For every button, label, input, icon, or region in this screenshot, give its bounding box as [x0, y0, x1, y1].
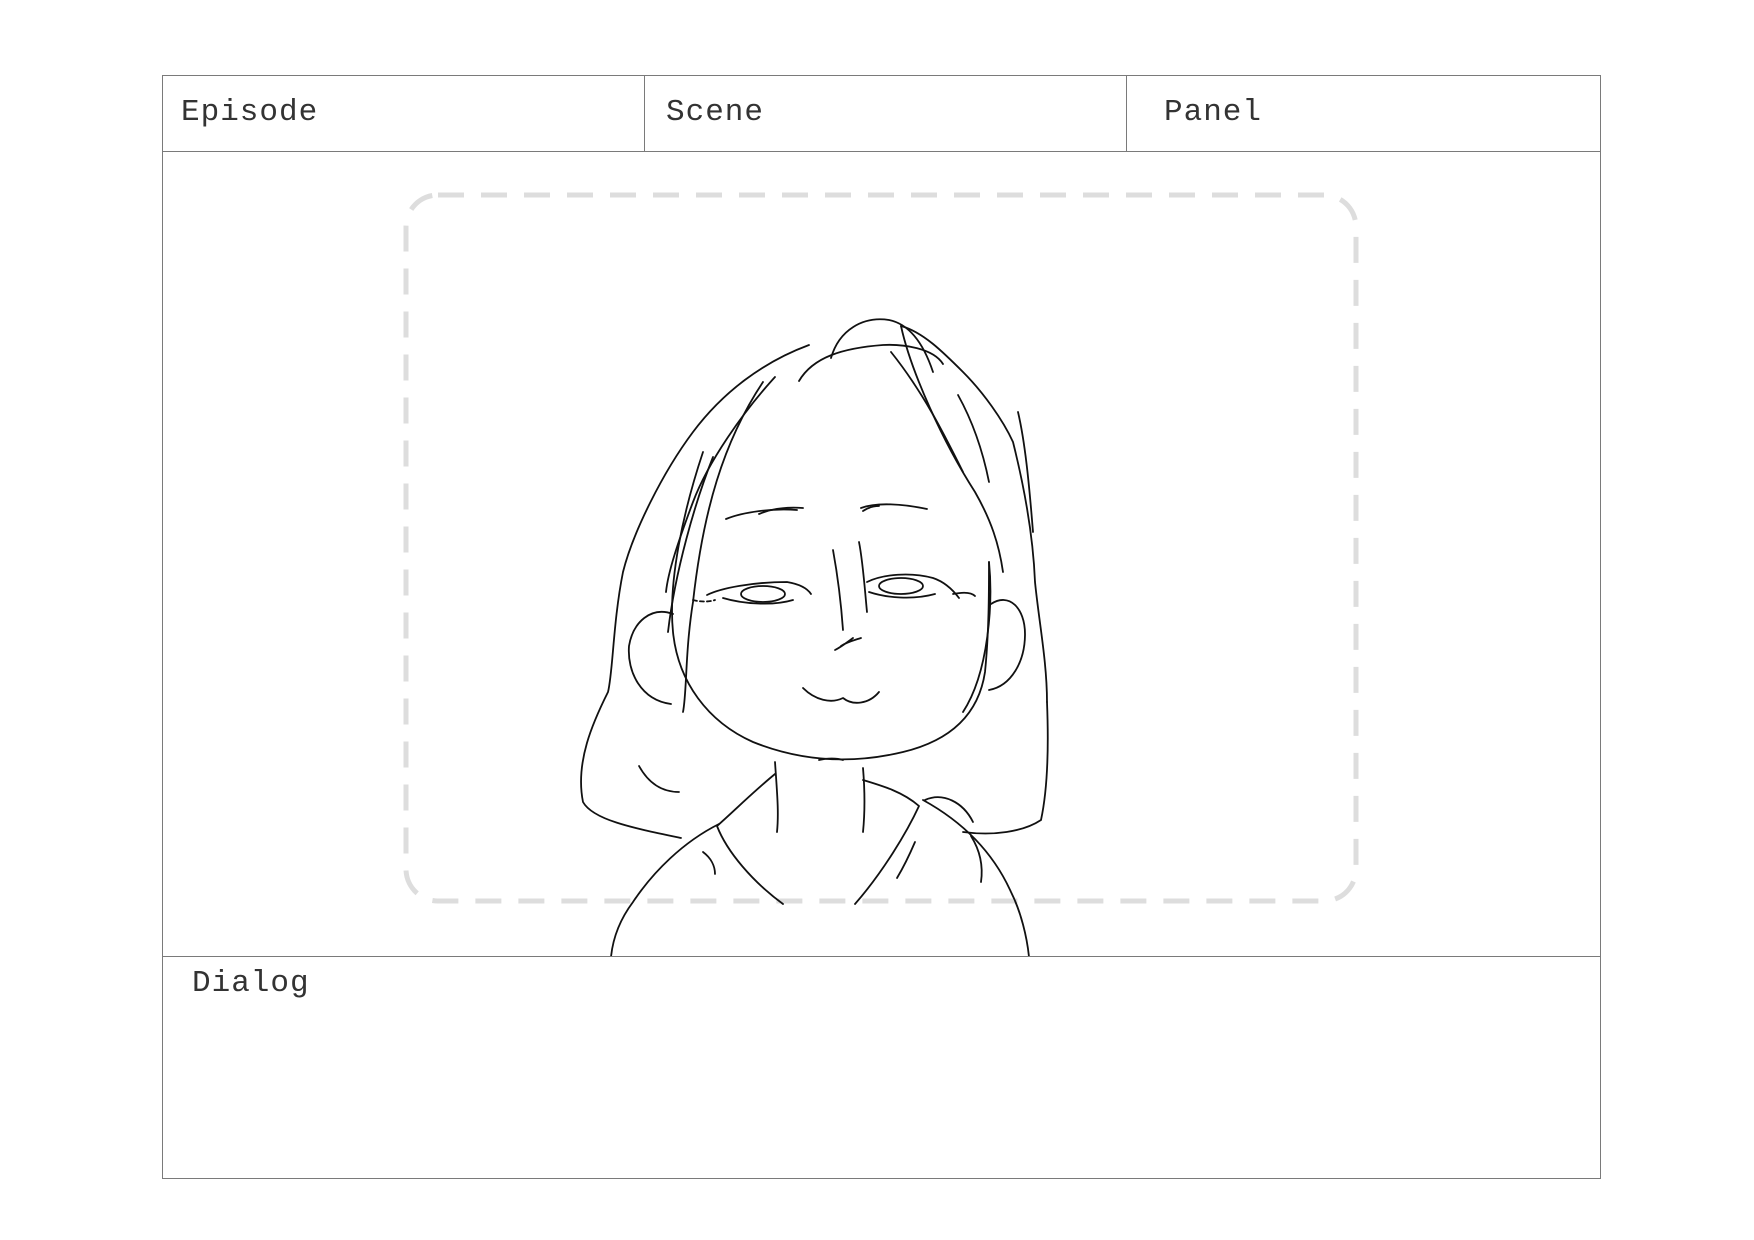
neck-left	[774, 761, 779, 833]
left-eye-lower	[722, 597, 794, 605]
nose-side	[858, 541, 868, 613]
right-ear	[988, 599, 1026, 691]
collar-right-back	[924, 796, 974, 823]
collar-left	[716, 773, 784, 905]
panel-drawing-area[interactable]	[163, 152, 1600, 957]
hair-left-tip	[638, 765, 680, 793]
episode-field[interactable]: Episode	[163, 76, 645, 151]
mouth	[802, 687, 880, 704]
panel-canvas	[403, 192, 1359, 956]
episode-label: Episode	[181, 95, 319, 130]
hair-top	[798, 343, 944, 382]
safe-area-guide	[403, 192, 1359, 904]
dialog-label: Dialog	[192, 966, 310, 1001]
jaw-right	[962, 561, 992, 713]
left-eye-pupil	[740, 585, 786, 603]
neck-right	[862, 767, 866, 833]
nose-tip	[834, 637, 862, 651]
left-eye-crease	[692, 599, 716, 603]
hair-outline-left-strand	[665, 376, 776, 593]
right-eye-pupil	[878, 577, 924, 595]
shirt-fold-right	[970, 835, 983, 883]
hair-strand-3	[957, 394, 990, 483]
hair-strand-6	[667, 456, 714, 633]
storyboard-frame: Episode Scene Panel Dialog	[162, 75, 1601, 1179]
hair-right-bottom	[962, 701, 1049, 835]
left-eye-lid	[706, 581, 812, 596]
shirt-fold-left	[702, 851, 716, 875]
hair-strand-5	[682, 381, 764, 713]
shoulder-left	[610, 823, 720, 956]
face-outline	[671, 451, 990, 761]
character-sketch	[580, 318, 1049, 956]
shirt-fold-center	[896, 841, 916, 879]
scene-field[interactable]: Scene	[645, 76, 1127, 151]
panel-label: Panel	[1164, 95, 1263, 130]
panel-field[interactable]: Panel	[1127, 76, 1600, 151]
nose-bridge	[832, 549, 844, 631]
left-ear	[627, 611, 674, 705]
dialog-section[interactable]: Dialog	[163, 957, 1600, 1178]
storyboard-page: Episode Scene Panel Dialog	[0, 0, 1754, 1240]
scene-label: Scene	[666, 95, 765, 130]
left-eyebrow	[725, 508, 798, 520]
shoulder-right	[922, 799, 1030, 956]
storyboard-header: Episode Scene Panel	[163, 76, 1600, 152]
